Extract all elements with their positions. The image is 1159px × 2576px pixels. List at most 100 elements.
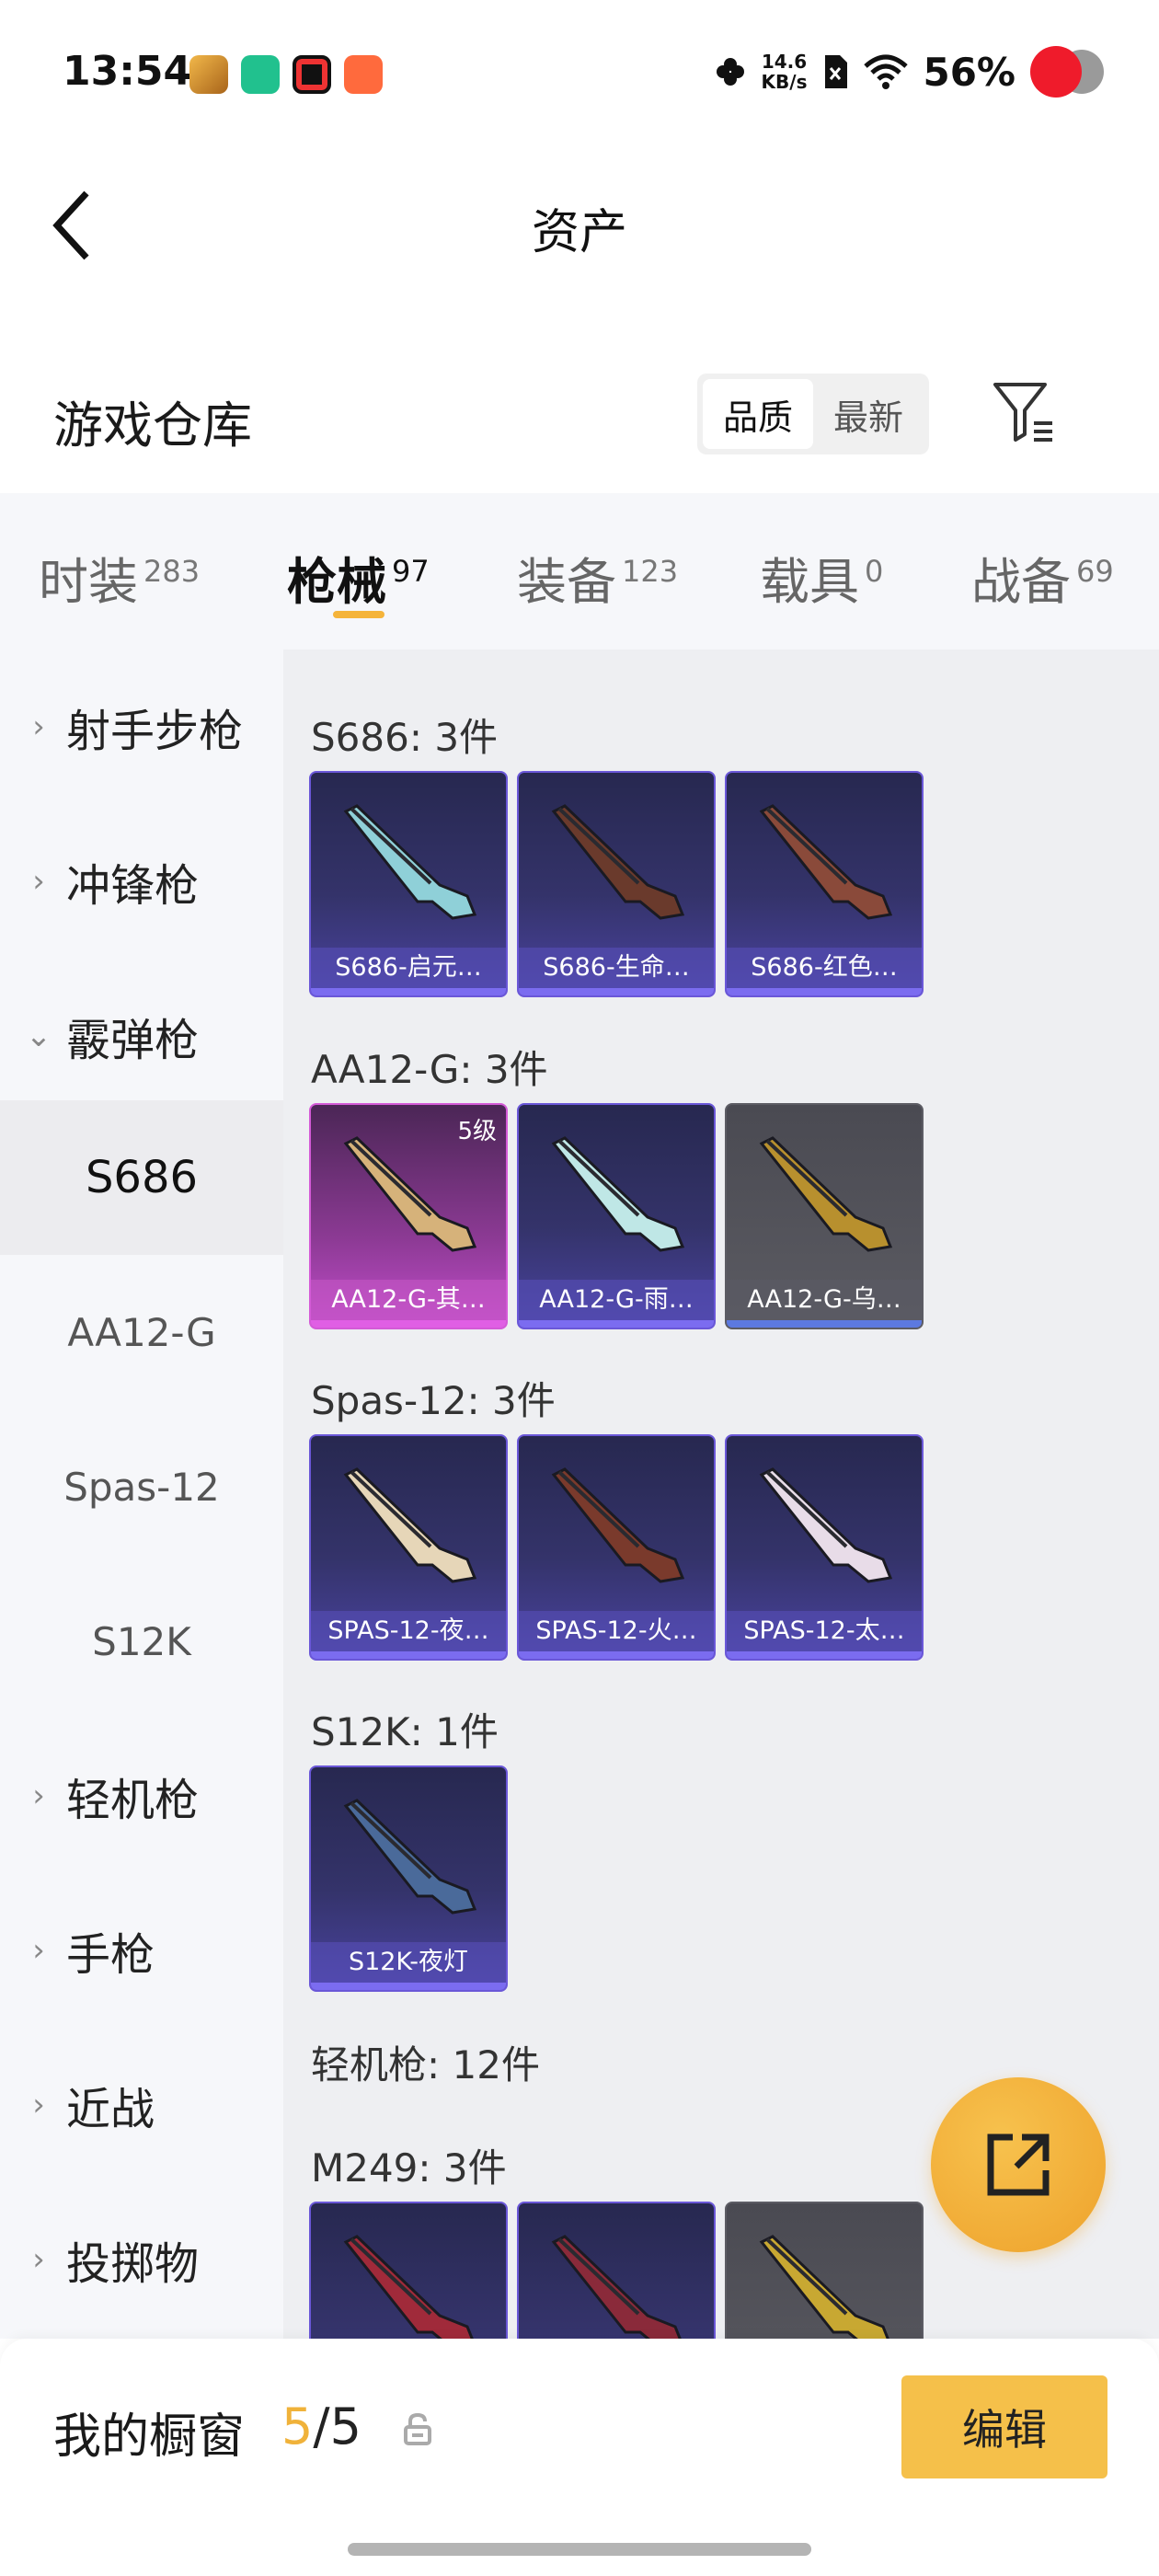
chevron-right-icon: ›	[32, 1777, 45, 1814]
filter-icon[interactable]	[992, 381, 1056, 445]
flower-icon	[716, 58, 744, 86]
tab-fashion[interactable]: 时装 283	[39, 541, 200, 614]
weapon-skin-name: SPAS-12-火…	[519, 1611, 714, 1651]
tab-label: 载具	[760, 553, 859, 611]
sidebar-item-label: 冲锋枪	[66, 860, 200, 912]
sidebar-item-label: 投掷物	[66, 2238, 200, 2290]
weapon-skin-card[interactable]: S686-生命…	[517, 771, 716, 997]
tab-label: 时装	[39, 553, 138, 611]
weapon-skin-name: S686-启元…	[311, 948, 506, 988]
tab-label: 战备	[971, 553, 1071, 611]
weapon-skin-card[interactable]	[309, 2202, 508, 2339]
sidebar-item-shotgun[interactable]: ⌄ 霰弹枪	[0, 959, 283, 1113]
share-icon	[987, 2133, 1050, 2196]
network-speed: 14.6 KB/s	[762, 52, 808, 92]
group-title: AA12-G: 3件	[311, 1047, 548, 1092]
weapon-icon	[343, 804, 477, 920]
sort-by-newest-button[interactable]: 最新	[813, 379, 924, 449]
weapon-skin-card[interactable]: AA12-G-雨…	[517, 1103, 716, 1329]
tab-count: 97	[392, 554, 430, 589]
video-app-icon	[293, 55, 331, 94]
sort-by-quality-button[interactable]: 品质	[703, 379, 813, 449]
weapon-skin-card[interactable]: S686-启元…	[309, 771, 508, 997]
sidebar-item-smg[interactable]: › 冲锋枪	[0, 804, 283, 959]
sidebar-subitem-s686[interactable]: S686	[0, 1100, 283, 1255]
sim-disabled-icon	[825, 55, 848, 88]
showcase-bar: 我的橱窗 5/5 编辑	[0, 2339, 1159, 2576]
weapon-skin-name: SPAS-12-夜…	[311, 1611, 506, 1651]
weapon-skin-card[interactable]	[725, 2202, 924, 2339]
weapon-icon	[759, 1467, 893, 1583]
sidebar-item-label: 手枪	[66, 1929, 155, 1981]
tab-count: 283	[143, 554, 201, 589]
tab-guns[interactable]: 枪械 97	[287, 541, 430, 614]
tab-equipment[interactable]: 装备 123	[517, 541, 678, 614]
category-tabs: 时装 283 枪械 97 装备 123 载具 0 战备 69	[0, 493, 1159, 650]
game-app-icon	[189, 55, 228, 94]
weapon-skin-card[interactable]: S12K-夜灯	[309, 1765, 508, 1992]
tab-count: 0	[865, 554, 884, 589]
status-bar: 13:54 14.6 KB/s 56%	[0, 0, 1159, 138]
rarity-strip	[519, 988, 714, 995]
sidebar-item-melee[interactable]: › 近战	[0, 2028, 283, 2182]
rarity-strip	[311, 1983, 506, 1990]
rarity-strip	[727, 1320, 922, 1328]
sort-toggle: 品质 最新	[697, 374, 929, 454]
weapon-skin-name: S12K-夜灯	[311, 1942, 506, 1983]
share-fab-button[interactable]	[931, 2077, 1106, 2252]
weapon-skin-card[interactable]: S686-红色…	[725, 771, 924, 997]
sidebar-item-lmg[interactable]: › 轻机枪	[0, 1719, 283, 1873]
rarity-strip	[311, 988, 506, 995]
chevron-right-icon: ›	[32, 2241, 45, 2278]
kuaishou-app-icon	[344, 55, 383, 94]
mijia-app-icon	[241, 55, 280, 94]
weapon-icon	[551, 1467, 685, 1583]
tab-count: 123	[622, 554, 679, 589]
weapon-skin-name: S686-红色…	[727, 948, 922, 988]
network-speed-value: 14.6	[761, 51, 808, 73]
showcase-used: 5	[281, 2398, 314, 2455]
chevron-right-icon: ›	[32, 863, 45, 900]
chevron-right-icon: ›	[32, 1932, 45, 1969]
showcase-label: 我的橱窗	[53, 2409, 246, 2465]
level-badge: 5级	[457, 1118, 497, 1145]
weapon-skin-name: S686-生命…	[519, 948, 714, 988]
weapon-skin-card[interactable]: SPAS-12-火…	[517, 1434, 716, 1661]
edit-button[interactable]: 编辑	[901, 2375, 1107, 2478]
weapon-skin-name: AA12-G-乌…	[727, 1280, 922, 1320]
warehouse-title: 游戏仓库	[53, 397, 252, 454]
sidebar-item-label: 轻机枪	[66, 1775, 200, 1826]
weapon-skin-card[interactable]: AA12-G-乌…	[725, 1103, 924, 1329]
recording-indicator-icon	[1030, 46, 1104, 98]
status-right: 14.6 KB/s 56%	[714, 46, 1104, 98]
weapon-skin-name: AA12-G-雨…	[519, 1280, 714, 1320]
chevron-right-icon: ›	[32, 2087, 45, 2123]
weapon-skin-card[interactable]: 5级 AA12-G-其…	[309, 1103, 508, 1329]
tab-vehicles[interactable]: 载具 0	[760, 541, 883, 614]
weapon-icon	[551, 2235, 682, 2339]
home-indicator[interactable]	[348, 2543, 811, 2556]
sidebar-subitem-spas12[interactable]: Spas-12	[0, 1409, 283, 1564]
sidebar-item-pistol[interactable]: › 手枪	[0, 1873, 283, 2028]
weapon-skin-card[interactable]	[517, 2202, 716, 2339]
page-title: 资产	[531, 205, 627, 260]
group-title: S12K: 1件	[311, 1709, 499, 1754]
weapon-skin-card[interactable]: SPAS-12-夜…	[309, 1434, 508, 1661]
tab-label: 枪械	[287, 553, 386, 611]
showcase-separator: /	[313, 2398, 330, 2455]
sidebar-item-throwables[interactable]: › 投掷物	[0, 2182, 283, 2337]
status-time: 13:54	[63, 48, 192, 95]
showcase-count: 5/5	[281, 2398, 361, 2455]
sidebar-item-label: 射手步枪	[66, 706, 244, 757]
sidebar-subitem-aa12g[interactable]: AA12-G	[0, 1255, 283, 1409]
weapon-skin-card[interactable]: SPAS-12-太…	[725, 1434, 924, 1661]
battery-level: 56%	[923, 49, 1016, 95]
weapon-icon	[343, 1799, 477, 1915]
sidebar-item-marksman-rifle[interactable]: › 射手步枪	[0, 650, 283, 804]
tab-supplies[interactable]: 战备 69	[971, 541, 1114, 614]
weapon-icon	[551, 1136, 685, 1252]
group-title: 轻机枪: 12件	[311, 2042, 540, 2087]
rarity-strip	[727, 1651, 922, 1659]
chevron-right-icon: ›	[32, 708, 45, 745]
sidebar-subitem-s12k[interactable]: S12K	[0, 1564, 283, 1719]
